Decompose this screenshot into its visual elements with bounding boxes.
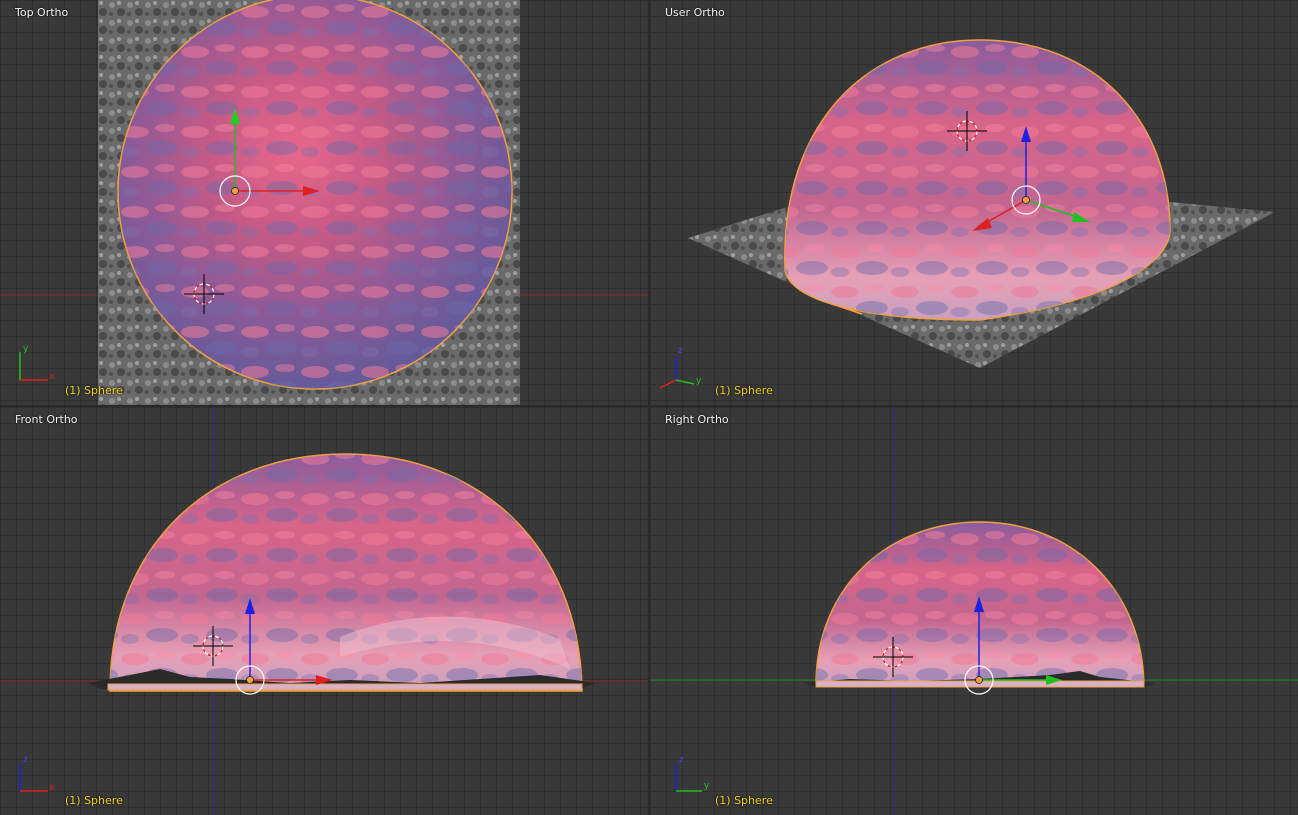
axis-label-y: y <box>704 781 710 791</box>
viewport-right-ortho[interactable]: Right Ortho (1) Sphere z y <box>650 407 1298 815</box>
viewport-title: Right Ortho <box>665 413 729 426</box>
front-scene <box>0 407 648 815</box>
user-scene <box>659 39 1275 389</box>
right-scene <box>650 407 1298 815</box>
axis-orientation-icon <box>19 763 48 792</box>
active-object-label: (1) Sphere <box>65 384 123 397</box>
axis-orientation-icon <box>19 352 48 381</box>
axis-label-x: x <box>49 783 55 793</box>
viewport-user-ortho[interactable]: User Ortho (1) Sphere z y <box>650 0 1298 405</box>
axis-label-z: z <box>679 755 684 765</box>
viewport-title: Top Ortho <box>15 6 69 19</box>
viewport-title: Front Ortho <box>15 413 78 426</box>
active-object-label: (1) Sphere <box>715 794 773 807</box>
active-object-label: (1) Sphere <box>65 794 123 807</box>
axis-label-y: y <box>696 376 702 386</box>
axis-orientation-icon <box>659 356 695 389</box>
active-object-label: (1) Sphere <box>715 384 773 397</box>
axis-label-z: z <box>678 346 683 356</box>
axis-label-y: y <box>23 344 29 354</box>
axis-label-x: x <box>49 372 55 382</box>
top-scene <box>0 0 648 405</box>
viewport-front-ortho[interactable]: Front Ortho (1) Sphere z x <box>0 407 648 815</box>
viewport-title: User Ortho <box>665 6 725 19</box>
viewport-top-ortho[interactable]: Top Ortho (1) Sphere y x <box>0 0 648 405</box>
axis-label-z: z <box>23 755 28 765</box>
axis-orientation-icon <box>675 763 702 792</box>
